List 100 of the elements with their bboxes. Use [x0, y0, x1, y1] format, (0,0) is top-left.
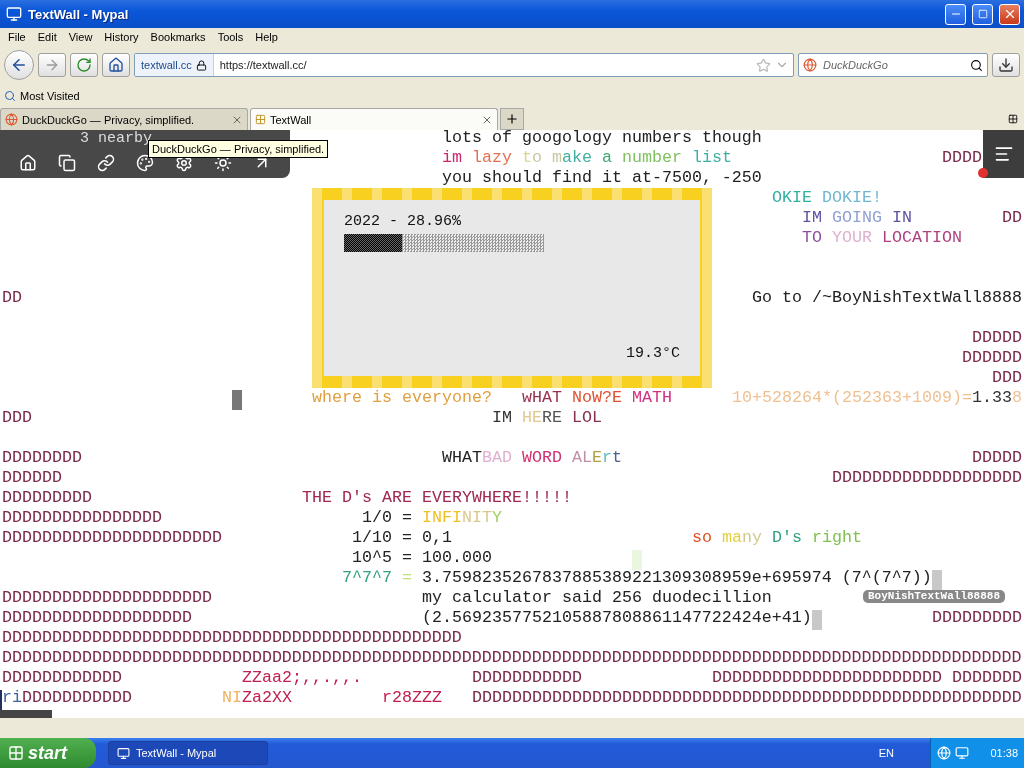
wall-text: Go to /~BoyNishTextWall8888: [752, 288, 1022, 308]
menu-item[interactable]: View: [62, 31, 99, 43]
maximize-button[interactable]: [972, 3, 993, 25]
wall-text: DD: [2, 288, 22, 308]
year-progress-text: 2022 - 28.96%: [344, 212, 463, 232]
wall-text: DDDDDD: [962, 348, 1022, 368]
wall-text: DD: [1002, 208, 1022, 228]
lock-icon: [195, 59, 207, 71]
home-button[interactable]: [102, 53, 130, 77]
menu-item[interactable]: Help: [249, 31, 284, 43]
wall-text: DDDDDDDDDDDDDDDDDDDDDDDDDDDDDDDDDDDDDDDDDDDDDDDDDDDDDDD: [472, 688, 1022, 708]
notification-dot: [978, 168, 988, 178]
network-icon[interactable]: [937, 746, 951, 760]
language-indicator[interactable]: EN: [878, 747, 894, 759]
wall-text: DDDDDDDDDDDDDDDDDDDDDDDDDDDDDDDDDDDDDDDDDDDDDD: [2, 628, 462, 648]
wall-text: r28ZZZ: [382, 688, 442, 708]
wall-text: 7^7^7 = 3.7598235267837885389221309308959e+695974 (7^(7^7)): [342, 568, 932, 588]
menu-item[interactable]: Tools: [211, 31, 250, 43]
url-text: https://textwall.cc/: [218, 59, 308, 71]
search-field[interactable]: DuckDuckGo: [821, 58, 966, 72]
bookmark-star-icon[interactable]: [756, 57, 771, 73]
wall-text: DDDDDDDD: [2, 448, 82, 468]
home-icon: [108, 57, 124, 73]
wall-text: DDDDDDDDDDDDDDDDDDD: [2, 608, 192, 628]
search-bar[interactable]: DuckDuckGo: [798, 53, 988, 77]
cursor-block: [812, 610, 822, 630]
copy-icon[interactable]: [57, 154, 76, 172]
tab-title: DuckDuckGo — Privacy, simplified.: [22, 113, 196, 126]
wall-text: DDDDDDDDDDDDDDDD: [2, 508, 162, 528]
wall-text: wHAT NoW?E MATH: [522, 388, 672, 408]
wall-text: DDDDDDDDDDDDDDDDDDDDDD: [2, 528, 222, 548]
wall-text: DDDD: [942, 148, 982, 168]
wall-text: DDDDDDDDD: [932, 608, 1022, 628]
taskbar-item[interactable]: TextWall - Mypal: [108, 741, 268, 765]
wall-text: riDDDDDDDDDDD: [2, 688, 132, 708]
download-button[interactable]: [992, 53, 1020, 77]
search-icon: [970, 58, 983, 72]
minimize-button[interactable]: [945, 3, 966, 25]
plus-icon: [505, 112, 519, 126]
cursor-block: [232, 390, 242, 410]
temperature-text: 19.3°C: [626, 344, 680, 364]
close-button[interactable]: [999, 3, 1020, 25]
link-icon[interactable]: [96, 154, 115, 172]
tab-favicon-icon: [255, 114, 266, 125]
text-caret: [0, 690, 2, 710]
wall-text: DDDDD: [972, 328, 1022, 348]
maximize-icon: [977, 9, 988, 19]
reload-icon: [76, 57, 92, 73]
wall-text: 1/0 = INFINITY: [362, 508, 502, 528]
wall-text: DDDDD: [972, 448, 1022, 468]
wall-text: where is everyone?: [312, 388, 492, 408]
new-tab-button[interactable]: [500, 108, 524, 130]
wall-text: lots of googology numbers though: [442, 130, 762, 148]
wall-text: DDDDDD: [2, 468, 62, 488]
search-icon: [4, 90, 16, 102]
search-engine-icon: [803, 58, 817, 72]
clock: 01:38: [990, 747, 1018, 759]
cursor-block: [932, 570, 942, 590]
wall-text: so many D's right: [692, 528, 862, 548]
wall-text: DDDDDDDDDDDDDDDDDDDDDDDDDDDDDDDDDDDDDDDDDDDDDDDDDDDDDDDDDDDDDDDDDDDDDDDDDDDDDDDDDDDDDDDDDDDDDDDDDDDDDD: [2, 648, 1022, 668]
wall-text: (2.5692357752105887808861147722424e+41): [422, 608, 812, 628]
forward-arrow-icon: [44, 57, 60, 73]
menu-item[interactable]: File: [2, 31, 32, 43]
wall-text: DDDDDDDDD: [2, 488, 92, 508]
chat-button[interactable]: [983, 130, 1024, 178]
cursor-label: BoyNishTextWall88888: [863, 590, 1006, 603]
palette-icon[interactable]: [136, 154, 154, 172]
home-icon[interactable]: [18, 154, 37, 172]
wall-text: IM GOING IN: [802, 208, 912, 228]
menu-item[interactable]: Bookmarks: [144, 31, 212, 43]
wall-text: IM HERE LOL: [492, 408, 602, 428]
forward-button[interactable]: [38, 53, 66, 77]
wall-text: DDDDDDD: [952, 668, 1022, 688]
wall-text: ZZaa2;,,.,,.: [242, 668, 362, 688]
wall-text: NIZa2XX: [222, 688, 292, 708]
display-icon[interactable]: [955, 746, 969, 760]
wall-text: im lazy to make a number list: [442, 148, 732, 168]
wall-text: DDDDDDDDDDDDDDDDDDD: [832, 468, 1022, 488]
app-icon: [6, 6, 22, 22]
wall-text: DDDDDDDDDDDD: [2, 668, 122, 688]
wall-text: TO YOUR LOCATION: [802, 228, 962, 248]
wall-text: OKIE DOKIE!: [772, 188, 882, 208]
back-button[interactable]: [4, 50, 34, 80]
app-icon: [117, 746, 130, 760]
address-bar[interactable]: textwall.cc https://textwall.cc/: [134, 53, 794, 77]
bookmark-item[interactable]: Most Visited: [4, 90, 80, 102]
tooltip: DuckDuckGo — Privacy, simplified.: [148, 140, 329, 158]
wall-text: you should find it at-7500, -250: [442, 168, 762, 188]
menu-item[interactable]: Edit: [31, 31, 63, 43]
browser-tab[interactable]: TextWall: [250, 108, 498, 130]
wall-text: DDDDDDDDDDDDDDDDDDDDD: [2, 588, 212, 608]
text-wall-canvas[interactable]: [0, 130, 1024, 718]
reload-button[interactable]: [70, 53, 98, 77]
lines-icon: [993, 144, 1014, 164]
wall-text: DDDDDDDDDDD: [472, 668, 582, 688]
dark-bar: [0, 710, 52, 718]
menu-item[interactable]: History: [98, 31, 145, 43]
wall-text: DDDDDDDDDDDDDDDDDDDDDDD: [712, 668, 942, 688]
tab-list-icon[interactable]: [1008, 114, 1018, 124]
browser-tab[interactable]: DuckDuckGo — Privacy, simplified.: [0, 108, 248, 130]
